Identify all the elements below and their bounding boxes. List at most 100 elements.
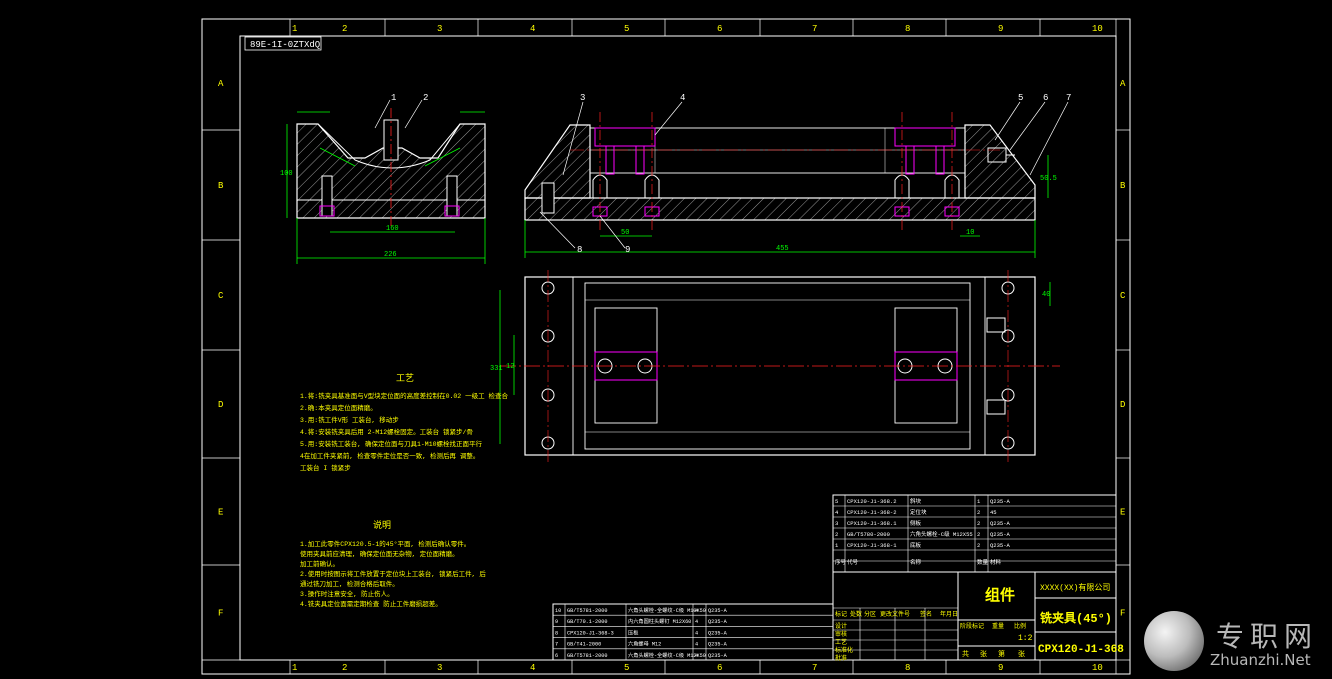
bom-cell: CPX120-J1-368-1: [847, 542, 897, 549]
note-line: 4.将:安装铣夹具后用 2-M12螺栓固定。工装台 锁紧步/骨: [300, 427, 473, 436]
bom-cell: 8: [555, 630, 558, 636]
plan-clamp-left: [594, 307, 658, 424]
plan-view: 331 12 40: [490, 270, 1060, 462]
bom-header: 材料: [990, 558, 1002, 566]
zone-col-bottom: 2: [342, 663, 347, 673]
title-sheet-1: 共: [962, 649, 969, 659]
note-line: 3.操作时注意安全, 防止伤人。: [300, 589, 394, 598]
bom-header: 序号: [835, 558, 847, 566]
bom-cell: 六角头螺栓-C级 M12X55: [910, 530, 973, 538]
bom-cell: 9: [555, 619, 558, 625]
bom-cell: Q235-A: [990, 520, 1011, 527]
zone-row-right: C: [1120, 291, 1126, 301]
bom-header: 代号: [847, 558, 859, 566]
bom-cell: GB/T41-2000: [567, 642, 601, 648]
bom-cell: 压板: [628, 628, 639, 636]
bom-cell: GB/T5781-2000: [567, 608, 607, 614]
zone-col-top: 10: [1092, 24, 1103, 34]
side-bolt-left: [541, 182, 555, 214]
callout-2: 2: [423, 93, 428, 103]
zone-col-top: 5: [624, 24, 629, 34]
notes: 工艺 1.将:铣夹具基准面与V型块定位面的高度差控制在0.02 一级工 检查合 2…: [300, 373, 509, 608]
front-width-dim-text: 226: [384, 251, 397, 259]
note-line: 4.铣夹具定位面需定期检查 防止工件磨损超差。: [300, 599, 442, 608]
note-line: 使用夹具前应清理, 确保定位面无杂物, 定位面精磨。: [300, 549, 459, 558]
side-a-text: 50: [621, 229, 629, 237]
bom-cell: 2: [835, 531, 838, 538]
title-label: 签名: [920, 610, 932, 618]
note-line: 3.用:铣工件V形 工装台, 移动步: [300, 415, 399, 424]
zone-col-bottom: 5: [624, 663, 629, 673]
callout-7: 7: [1066, 93, 1071, 103]
title-sheet-3: 第: [998, 649, 1005, 659]
title-block: 组件 XXXX(XX)有限公司 铣夹具(45°) CPX120-J1-368 1…: [832, 571, 1124, 662]
stamp-text: 89E-1I-0ZTXdQ: [250, 40, 320, 50]
bom-cell: GB/T5780-2000: [847, 531, 890, 538]
bom-cell: 侧板: [910, 519, 922, 527]
bom-header: 名称: [910, 558, 922, 566]
title-sheet-4: 张: [1018, 649, 1025, 659]
zone-col-bottom: 10: [1092, 663, 1103, 673]
cad-drawing: 1122334455667788991010A AB BC CD DE EF F 89E-1…: [201, 18, 1131, 675]
zone-col-top: 6: [717, 24, 722, 34]
leader-7: [1029, 101, 1069, 176]
bom-cell: Q235-A: [708, 619, 728, 625]
title-company: XXXX(XX)有限公司: [1040, 582, 1110, 593]
zone-col-top: 3: [437, 24, 442, 34]
zone-row-right: F: [1120, 609, 1125, 619]
clamp-left: [594, 127, 656, 147]
callout-1: 1: [391, 93, 396, 103]
note-line: 通过铣刀加工, 检测合格后取件。: [300, 579, 399, 588]
callout-5: 5: [1018, 93, 1023, 103]
bom-cell: 6: [555, 653, 558, 659]
title-role: 标准化: [835, 646, 853, 654]
zone-col-top: 9: [998, 24, 1003, 34]
title-stage-2: 重量: [992, 622, 1004, 630]
zone-row-right: E: [1120, 508, 1125, 518]
callout-9: 9: [625, 245, 630, 255]
note-line: 1.将:铣夹具基准面与V型块定位面的高度差控制在0.02 一级工 检查合: [300, 391, 509, 400]
zone-row-left: F: [218, 609, 223, 619]
title-role: 设计: [835, 622, 847, 630]
bom-lower: 10 GB/T5781-2000 六角头螺栓-全螺纹-C级 M10X504 Q235-…: [552, 603, 834, 661]
bom-cell: 3: [835, 520, 838, 527]
bom-cell: 2: [977, 542, 980, 549]
note-line: 2.使用时按图示将工件放置于定位块上工装台, 锁紧后工件, 后: [300, 569, 486, 578]
leader-4: [654, 101, 683, 136]
zone-col-top: 8: [905, 24, 910, 34]
title-label: 分区: [864, 610, 876, 618]
notes-title-1: 工艺: [396, 373, 414, 384]
title-assembly: 组件: [985, 586, 1015, 605]
front-inner-dim-text: 160: [386, 225, 399, 233]
zone-col-bottom: 8: [905, 663, 910, 673]
zone-col-top: 7: [812, 24, 817, 34]
bom-cell: CPX120-J1-368-3: [567, 630, 614, 636]
note-line: 加工前确认。: [300, 559, 339, 568]
callout-6: 6: [1043, 93, 1048, 103]
title-role: 工艺: [835, 638, 847, 646]
side-view: 455 50 10 50.5 3 4 5 6 7 8 9: [524, 93, 1071, 258]
plan-w-text: 331: [490, 365, 503, 373]
side-length-text: 455: [776, 245, 789, 253]
zone-col-bottom: 9: [998, 663, 1003, 673]
bom-cell: CPX120-J1-368.2: [847, 498, 897, 505]
bom-cell: 斜块: [910, 497, 922, 505]
leader-2: [404, 99, 423, 129]
bom-cell: 底板: [910, 541, 922, 549]
plan-screw-2: [986, 399, 1006, 415]
bom-header: 数量: [977, 558, 989, 566]
bom-cell: Q235-A: [708, 608, 728, 614]
zone-col-bottom: 4: [530, 663, 535, 673]
bom-cell: Q235-A: [990, 542, 1011, 549]
bom-cell: 45: [990, 509, 997, 516]
bom-cell: CPX120-J1-368.1: [847, 520, 897, 527]
side-b-text: 10: [966, 229, 974, 237]
note-line: 4在加工件夹紧前, 检查零件定位是否一致, 检测后再 调整。: [300, 451, 479, 460]
zone-row-right: D: [1120, 400, 1125, 410]
bom-cell: Q235-A: [708, 642, 728, 648]
note-line: 工装台 I 锁紧步: [300, 463, 351, 472]
zone-col-bottom: 6: [717, 663, 722, 673]
notes-title-2: 说明: [373, 519, 391, 531]
front-height-dim-text: 100: [280, 170, 293, 178]
bom-cell: 2: [977, 520, 980, 527]
